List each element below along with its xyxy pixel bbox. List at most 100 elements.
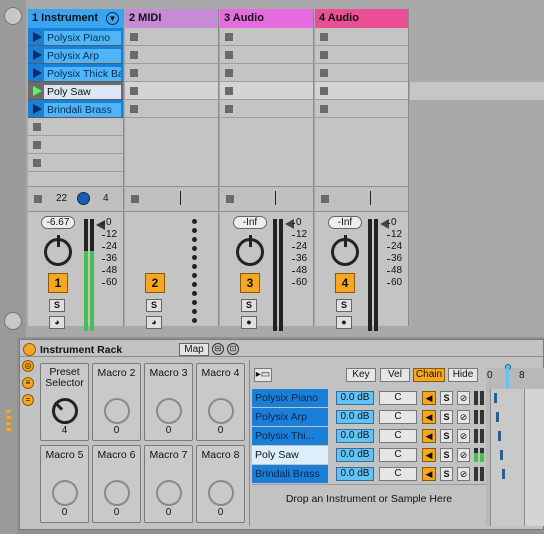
speaker-icon[interactable]: ◀: [422, 467, 436, 481]
zone-bar[interactable]: [496, 412, 499, 422]
play-icon[interactable]: [33, 104, 42, 114]
chain-row[interactable]: Brindali Brass 0.0 dB C ◀ S ⊘: [252, 465, 486, 483]
empty-slot[interactable]: [220, 100, 313, 118]
empty-slot[interactable]: [125, 82, 218, 100]
zone-bar[interactable]: [502, 469, 505, 479]
chain-pan[interactable]: C: [379, 448, 417, 462]
empty-slot[interactable]: [28, 136, 123, 154]
stop-all-icon[interactable]: [34, 195, 42, 203]
chain-solo-button[interactable]: S: [440, 467, 453, 481]
key-button[interactable]: Key: [346, 368, 376, 382]
speaker-icon[interactable]: ◀: [422, 410, 436, 424]
macro-knob-5[interactable]: Macro 5 0: [40, 445, 89, 523]
knob-icon[interactable]: [52, 398, 78, 424]
play-icon[interactable]: [33, 32, 42, 42]
empty-slot[interactable]: [220, 64, 313, 82]
drop-zone[interactable]: Drop an Instrument or Sample Here: [252, 484, 486, 524]
knob-icon[interactable]: [52, 480, 78, 506]
speaker-icon[interactable]: ◀: [422, 391, 436, 405]
hide-show-icon[interactable]: [4, 7, 22, 25]
hot-swap-icon[interactable]: ⊘: [457, 410, 470, 424]
empty-slot[interactable]: [220, 82, 313, 100]
chain-pan[interactable]: C: [379, 391, 417, 405]
monitor-icon[interactable]: ◕: [146, 316, 162, 329]
empty-slot[interactable]: [220, 46, 313, 64]
fader-arrow-icon[interactable]: [285, 219, 294, 229]
solo-button[interactable]: S: [336, 299, 352, 312]
chain-select-ruler[interactable]: [506, 368, 509, 388]
rack-activator-icon[interactable]: [23, 343, 36, 356]
hot-swap-icon[interactable]: ⊘: [457, 448, 470, 462]
chain-pan[interactable]: C: [379, 467, 417, 481]
map-button[interactable]: Map: [179, 343, 209, 356]
track-activator[interactable]: 2: [145, 273, 165, 293]
macro-knob-4[interactable]: Macro 4 0: [196, 363, 245, 441]
chain-solo-button[interactable]: S: [440, 391, 453, 405]
empty-slot[interactable]: [220, 28, 313, 46]
track-4-header[interactable]: 4 Audio: [315, 9, 408, 28]
knob-icon[interactable]: [104, 480, 130, 506]
chain-volume[interactable]: 0.0 dB: [336, 410, 374, 424]
play-icon[interactable]: [33, 68, 42, 78]
chain-name[interactable]: Poly Saw: [252, 446, 328, 464]
empty-slot[interactable]: [28, 118, 123, 136]
zone-bar[interactable]: [494, 393, 497, 403]
clip-slot-2[interactable]: Polysix Arp: [28, 46, 123, 64]
show-devices-icon[interactable]: =: [22, 394, 34, 406]
solo-button[interactable]: S: [241, 299, 257, 312]
track-3-header[interactable]: 3 Audio: [220, 9, 313, 28]
hot-swap-icon[interactable]: ⊘: [457, 391, 470, 405]
chain-name[interactable]: Polysix Arp: [252, 408, 328, 426]
auto-select-icon[interactable]: ▸▭: [254, 368, 272, 382]
empty-slot[interactable]: [315, 28, 408, 46]
clip-slot-3[interactable]: Polysix Thick Bass: [28, 64, 123, 82]
show-chains-icon[interactable]: ≡: [22, 377, 34, 389]
volume-value[interactable]: -6.67: [41, 216, 75, 229]
fader-arrow-icon[interactable]: [96, 220, 105, 230]
macro-knob-6[interactable]: Macro 6 0: [92, 445, 141, 523]
hide-button[interactable]: Hide: [448, 368, 478, 382]
track-activator[interactable]: 3: [240, 273, 260, 293]
macro-knob-2[interactable]: Macro 2 0: [92, 363, 141, 441]
zone-area[interactable]: [524, 389, 544, 526]
play-icon[interactable]: [33, 86, 42, 96]
chain-volume[interactable]: 0.0 dB: [336, 429, 374, 443]
chain-volume[interactable]: 0.0 dB: [336, 448, 374, 462]
track-1-header[interactable]: 1 Instrument ▼: [28, 9, 123, 28]
chain-name[interactable]: Polysix Thi...: [252, 427, 328, 445]
chain-volume[interactable]: 0.0 dB: [336, 467, 374, 481]
empty-slot[interactable]: [125, 46, 218, 64]
hot-swap-icon[interactable]: ⊘: [457, 467, 470, 481]
hot-swap-icon[interactable]: ⊘: [457, 429, 470, 443]
monitor-icon[interactable]: ◕: [49, 316, 65, 329]
clip-slot-1[interactable]: Polysix Piano: [28, 28, 123, 46]
vel-button[interactable]: Vel: [380, 368, 410, 382]
play-icon[interactable]: [33, 50, 42, 60]
track-activator[interactable]: 1: [48, 273, 68, 293]
empty-slot[interactable]: [125, 64, 218, 82]
fold-handle[interactable]: [4, 410, 14, 434]
zone-bar[interactable]: [498, 431, 501, 441]
stop-all-icon[interactable]: [321, 195, 329, 203]
macro-knob-8[interactable]: Macro 8 0: [196, 445, 245, 523]
chain-solo-button[interactable]: S: [440, 448, 453, 462]
empty-slot[interactable]: [315, 64, 408, 82]
chain-row[interactable]: Polysix Thi... 0.0 dB C ◀ S ⊘: [252, 427, 486, 445]
chain-volume[interactable]: 0.0 dB: [336, 391, 374, 405]
chain-button[interactable]: Chain: [413, 368, 445, 382]
macro-knob-7[interactable]: Macro 7 0: [144, 445, 193, 523]
fader-arrow-icon[interactable]: [380, 219, 389, 229]
empty-slot[interactable]: [125, 100, 218, 118]
empty-slot[interactable]: [315, 46, 408, 64]
chain-pan[interactable]: C: [379, 429, 417, 443]
stop-all-icon[interactable]: [226, 195, 234, 203]
stop-all-icon[interactable]: [131, 195, 139, 203]
knob-icon[interactable]: [208, 398, 234, 424]
track-activator[interactable]: 4: [335, 273, 355, 293]
save-preset-icon[interactable]: ⊡: [227, 343, 239, 355]
speaker-icon[interactable]: ◀: [422, 429, 436, 443]
record-arm-icon[interactable]: ●: [241, 316, 257, 329]
knob-icon[interactable]: [104, 398, 130, 424]
chain-solo-button[interactable]: S: [440, 410, 453, 424]
chain-row[interactable]: Polysix Piano 0.0 dB C ◀ S ⊘: [252, 389, 486, 407]
